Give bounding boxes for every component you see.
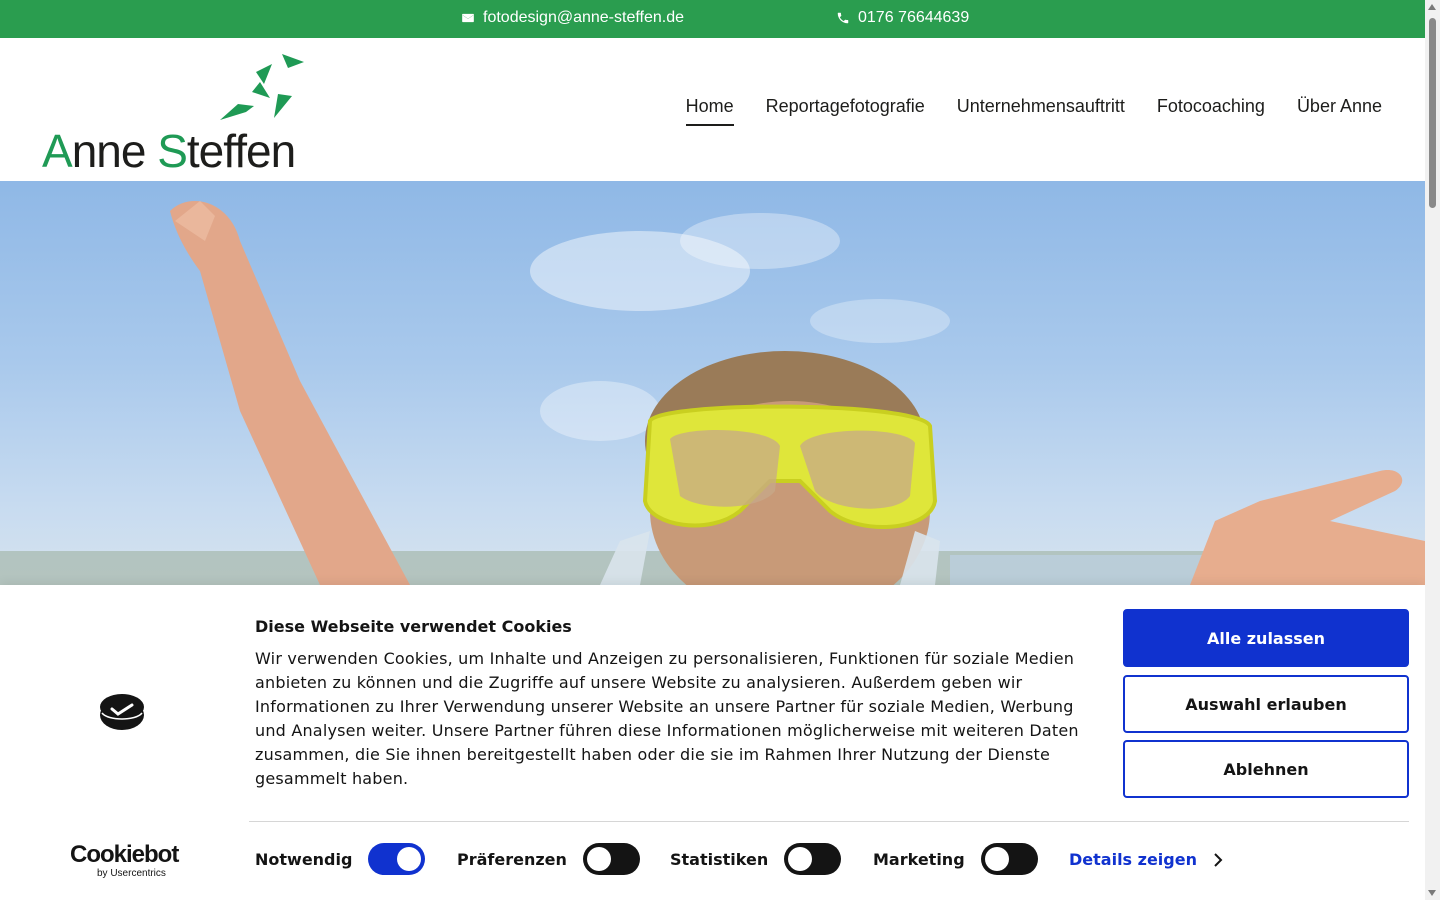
main-nav: Home Reportagefotografie Unternehmensauf… — [685, 96, 1382, 126]
cookie-description: Wir verwenden Cookies, um Inhalte und An… — [255, 649, 1079, 788]
cookie-banner: Diese Webseite verwendet Cookies Wir ver… — [0, 585, 1425, 900]
preferences-switch[interactable] — [582, 843, 640, 875]
nav-item-ueber-anne[interactable]: Über Anne — [1297, 96, 1382, 123]
toggle-preferences: Präferenzen — [457, 843, 640, 875]
page-scrollbar[interactable] — [1425, 0, 1440, 900]
bird-logo-icon — [220, 54, 304, 120]
toggle-label: Präferenzen — [457, 849, 567, 869]
allow-selection-button[interactable]: Auswahl erlauben — [1123, 675, 1409, 733]
chevron-right-icon — [1214, 852, 1223, 867]
marketing-switch[interactable] — [980, 843, 1038, 875]
site-header: Anne Steffen Home Reportagefotografie Un… — [0, 38, 1425, 181]
cookiebot-name: Cookiebot — [70, 841, 179, 868]
contact-bar: fotodesign@anne-steffen.de 0176 76644639 — [0, 0, 1425, 38]
scroll-down-icon[interactable] — [1428, 890, 1436, 896]
phone-link[interactable]: 0176 76644639 — [836, 9, 969, 27]
toggle-marketing: Marketing — [873, 843, 1038, 875]
cookiebot-icon — [100, 694, 144, 730]
toggle-label: Notwendig — [255, 849, 353, 869]
switch-knob — [788, 847, 813, 871]
mail-icon — [462, 13, 474, 23]
switch-knob — [586, 847, 611, 871]
necessary-switch[interactable] — [368, 843, 426, 875]
email-text[interactable]: fotodesign@anne-steffen.de — [483, 9, 684, 27]
site-logo[interactable]: Anne Steffen — [42, 52, 312, 177]
nav-item-unternehmensauftritt[interactable]: Unternehmensauftritt — [957, 96, 1125, 123]
statistics-switch[interactable] — [784, 843, 842, 875]
phone-text[interactable]: 0176 76644639 — [858, 9, 969, 27]
hero-image — [0, 181, 1425, 585]
switch-knob — [397, 847, 422, 871]
cookiebot-sub: by Usercentrics — [97, 868, 166, 879]
nav-item-reportagefotografie[interactable]: Reportagefotografie — [766, 96, 925, 123]
toggle-statistics: Statistiken — [670, 843, 842, 875]
cookie-title: Diese Webseite verwendet Cookies — [255, 617, 572, 636]
details-label: Details zeigen — [1069, 850, 1197, 869]
cookie-divider — [249, 821, 1409, 822]
cookiebot-brand[interactable]: Cookiebot by Usercentrics — [70, 841, 180, 880]
logo-wordmark: Anne Steffen — [42, 125, 296, 177]
switch-knob — [984, 847, 1009, 871]
toggle-necessary: Notwendig — [255, 843, 426, 875]
nav-item-home[interactable]: Home — [685, 96, 734, 126]
show-details-link[interactable]: Details zeigen — [1069, 850, 1223, 869]
toggle-label: Marketing — [873, 849, 965, 869]
phone-icon — [837, 12, 849, 24]
toggle-label: Statistiken — [670, 849, 769, 869]
nav-item-fotocoaching[interactable]: Fotocoaching — [1157, 96, 1265, 123]
deny-button[interactable]: Ablehnen — [1123, 740, 1409, 798]
allow-all-button[interactable]: Alle zulassen — [1123, 609, 1409, 667]
scroll-up-icon[interactable] — [1428, 4, 1436, 10]
scrollbar-thumb[interactable] — [1429, 18, 1436, 208]
email-link[interactable]: fotodesign@anne-steffen.de — [461, 9, 684, 27]
hero-illustration — [0, 201, 1425, 585]
